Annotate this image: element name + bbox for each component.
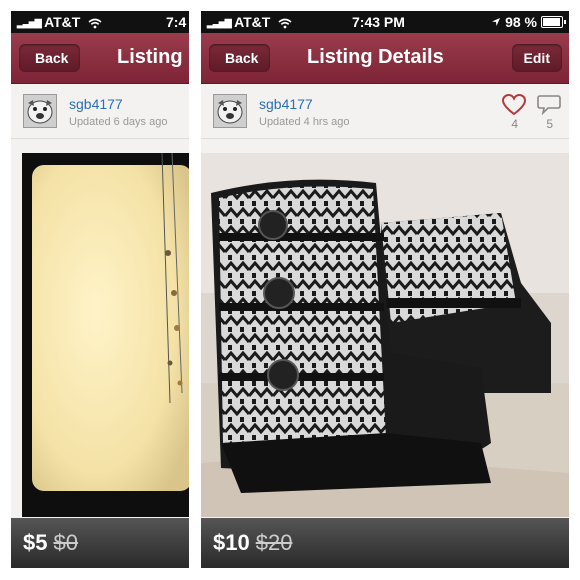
original-price: $20	[255, 530, 293, 555]
bulldog-avatar-icon	[214, 95, 246, 127]
nav-bar: Back Listing	[11, 33, 189, 84]
signal-icon: ▂▃▅▇	[207, 17, 232, 28]
status-time: 7:4	[166, 14, 187, 30]
location-arrow-icon	[492, 18, 501, 26]
nav-title: Listing Details	[307, 46, 444, 68]
status-bar: ▂▃▅▇ AT&T 7:43 PM 98 %	[201, 11, 569, 33]
seller-row: sgb4177 Updated 6 days ago	[11, 84, 189, 139]
seller-username[interactable]: sgb4177	[69, 96, 123, 112]
carrier-label: AT&T	[234, 14, 271, 30]
status-bar: ▂▃▅▇ AT&T 7:4	[11, 11, 189, 33]
left-screenshot: ▂▃▅▇ AT&T 7:4 Back Listing sgb4177 Updat…	[11, 11, 189, 568]
back-button[interactable]: Back	[19, 44, 81, 72]
comments-count: 5	[546, 117, 553, 131]
current-price: $5	[23, 530, 48, 555]
listing-image	[22, 153, 189, 517]
listing-photo[interactable]	[22, 153, 189, 517]
likes-count: 4	[511, 117, 518, 131]
back-button[interactable]: Back	[209, 44, 271, 72]
listing-image	[201, 153, 569, 517]
price-bar: $10 $20	[201, 518, 569, 568]
heart-icon[interactable]	[502, 94, 526, 116]
updated-time: Updated 6 days ago	[69, 116, 168, 128]
avatar[interactable]	[23, 94, 57, 128]
listing-photo[interactable]	[201, 153, 569, 517]
battery-icon	[541, 16, 566, 28]
carrier-label: AT&T	[44, 14, 81, 30]
wifi-icon	[88, 18, 102, 29]
right-screenshot: ▂▃▅▇ AT&T 7:43 PM 98 % Back Listing Deta…	[201, 11, 569, 568]
seller-username[interactable]: sgb4177	[259, 96, 313, 112]
nav-title: Listing	[117, 46, 183, 68]
signal-icon: ▂▃▅▇	[17, 17, 42, 28]
wifi-icon	[278, 18, 292, 29]
edit-button[interactable]: Edit	[511, 44, 562, 72]
battery-percent: 98 %	[505, 14, 537, 30]
original-price: $0	[53, 530, 78, 555]
updated-time: Updated 4 hrs ago	[259, 116, 350, 128]
nav-bar: Back Listing Details Edit	[201, 33, 569, 84]
bulldog-avatar-icon	[24, 95, 56, 127]
status-time: 7:43 PM	[352, 14, 405, 30]
price-bar: $5 $0	[11, 518, 189, 568]
avatar[interactable]	[213, 94, 247, 128]
comment-bubble-icon[interactable]	[537, 94, 561, 116]
current-price: $10	[213, 530, 250, 555]
seller-row: sgb4177 Updated 4 hrs ago 4 5	[201, 84, 569, 139]
